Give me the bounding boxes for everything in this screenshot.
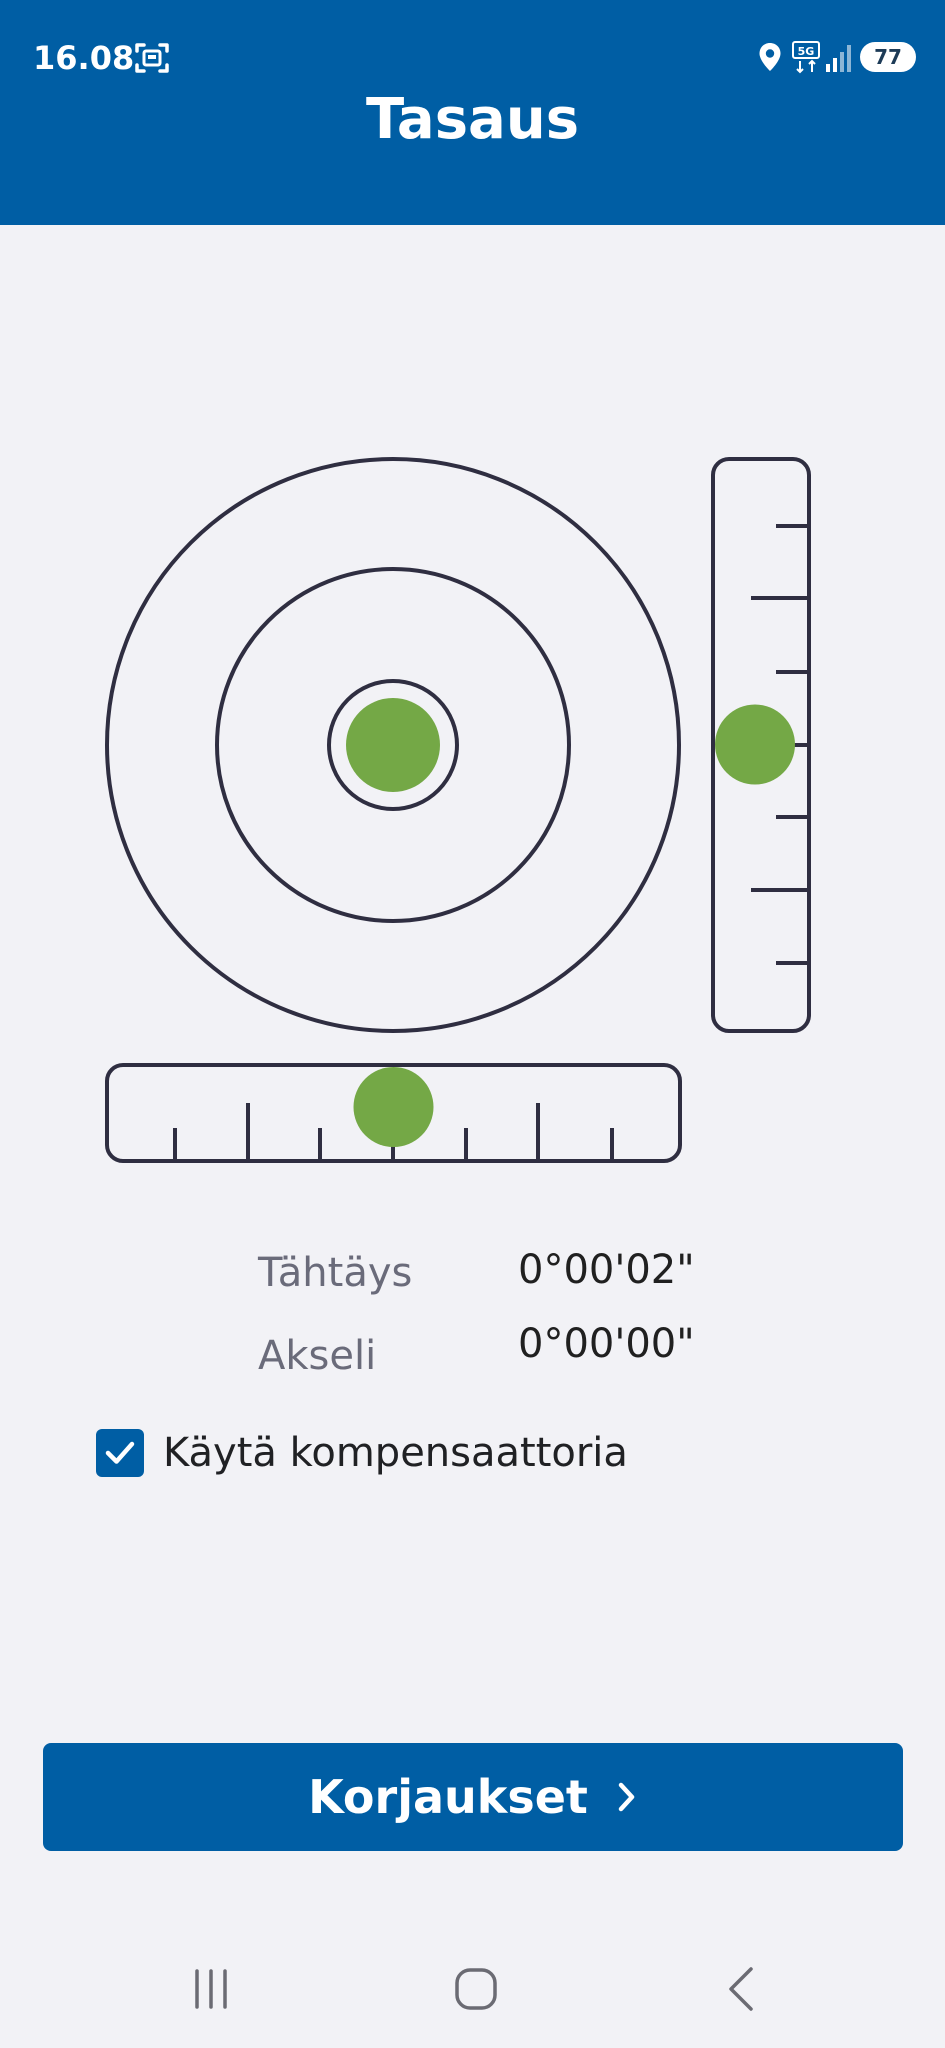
corrections-button-label: Korjaukset	[308, 1770, 588, 1824]
compensator-label: Käytä kompensaattoria	[163, 1430, 628, 1476]
home-button[interactable]	[421, 1930, 531, 2048]
back-button[interactable]	[686, 1930, 796, 2048]
compensator-checkbox[interactable]	[96, 1429, 144, 1477]
reading-label-sighting: Tähtäys	[258, 1250, 413, 1296]
compensator-toggle[interactable]: Käytä kompensaattoria	[96, 1426, 628, 1480]
level-graphic	[105, 457, 811, 1163]
circular-bubble	[346, 698, 440, 792]
horizontal-bubble	[353, 1067, 434, 1147]
recent-apps-icon	[195, 1969, 227, 2009]
reading-label-axis: Akseli	[258, 1333, 377, 1379]
vertical-vial	[711, 457, 811, 1033]
recent-apps-button[interactable]	[156, 1930, 266, 2048]
reading-value-axis: 0°00'00"	[518, 1321, 695, 1367]
back-icon	[729, 1967, 753, 2011]
home-icon	[455, 1968, 497, 2010]
circular-level	[105, 457, 681, 1033]
system-navigation-bar	[0, 1930, 945, 2048]
chevron-right-icon	[618, 1782, 635, 1812]
horizontal-vial	[105, 1063, 682, 1163]
corrections-button[interactable]: Korjaukset	[43, 1743, 903, 1851]
reading-value-sighting: 0°00'02"	[518, 1247, 695, 1293]
checkmark-icon	[105, 1441, 135, 1464]
vertical-bubble	[715, 704, 795, 785]
